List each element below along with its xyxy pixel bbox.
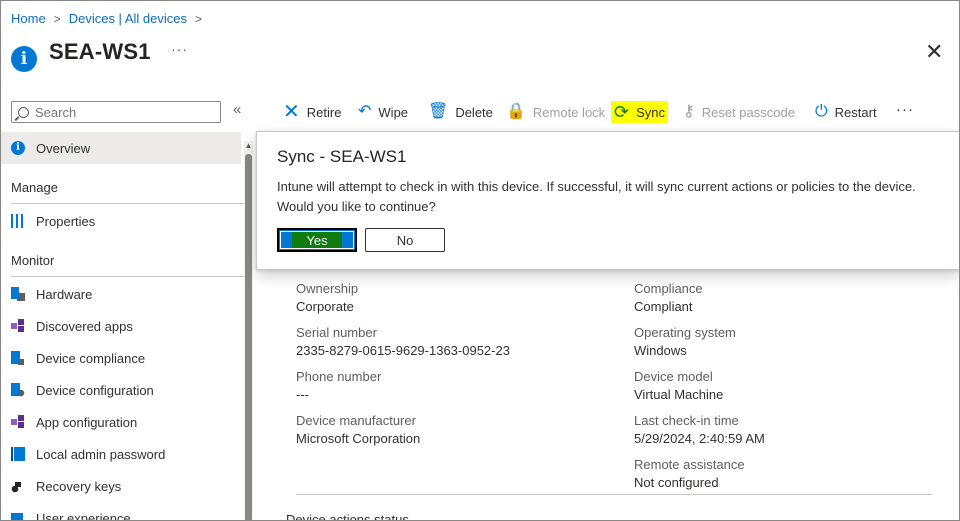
chevron-right-icon: >: [53, 11, 61, 26]
sidebar-item-label: User experience: [36, 510, 131, 521]
more-options-icon[interactable]: ···: [171, 41, 188, 57]
last-checkin-value: 5/29/2024, 2:40:59 AM: [634, 431, 765, 446]
restart-button[interactable]: ⏻ Restart: [815, 101, 877, 123]
device-model-label: Device model: [634, 369, 713, 384]
more-actions-icon[interactable]: ···: [896, 101, 914, 118]
search-box[interactable]: [11, 101, 221, 123]
sidebar-item-label: Overview: [36, 140, 91, 156]
undo-icon: ↶: [358, 103, 372, 120]
manufacturer-label: Device manufacturer: [296, 413, 416, 428]
sidebar-item-device-configuration[interactable]: Device configuration: [1, 374, 241, 406]
wipe-label: Wipe: [378, 104, 409, 120]
ownership-label: Ownership: [296, 281, 359, 296]
sidebar-item-label: Local admin password: [36, 446, 166, 462]
divider: [296, 494, 932, 495]
dialog-title: Sync - SEA-WS1: [277, 147, 407, 166]
breadcrumb-all-devices-link[interactable]: Devices | All devices: [69, 11, 187, 26]
restart-label: Restart: [834, 104, 877, 120]
password-icon: [11, 447, 25, 461]
sync-button[interactable]: ⟳ Sync: [611, 101, 668, 123]
sidebar-item-label: Device configuration: [36, 382, 154, 398]
sidebar-item-overview[interactable]: i Overview: [1, 132, 241, 164]
ownership-value: Corporate: [296, 299, 354, 314]
divider: [11, 203, 249, 204]
sync-confirmation-dialog: Sync - SEA-WS1 Intune will attempt to ch…: [256, 131, 959, 270]
no-button[interactable]: No: [365, 228, 445, 252]
hardware-icon: [11, 287, 25, 301]
info-icon: i: [11, 46, 37, 72]
sidebar-item-recovery-keys[interactable]: Recovery keys: [1, 470, 241, 502]
wipe-button[interactable]: ↶ Wipe: [358, 101, 408, 123]
sidebar-item-app-configuration[interactable]: App configuration: [1, 406, 241, 438]
device-actions-status-heading: Device actions status: [286, 512, 409, 521]
close-icon: ✕: [283, 101, 300, 123]
compliance-label: Compliance: [634, 281, 703, 296]
user-experience-icon: [11, 511, 25, 520]
device-blade: Home > Devices | All devices > i SEA-WS1…: [0, 0, 960, 521]
sync-icon: ⟳: [614, 102, 630, 122]
trash-icon: 🗑: [428, 103, 449, 120]
yes-label: Yes: [292, 231, 342, 249]
operating-system-label: Operating system: [634, 325, 736, 340]
serial-number-value: 2335-8279-0615-9629-1363-0952-23: [296, 343, 510, 358]
sidebar-section-manage: Manage: [11, 180, 58, 195]
breadcrumb: Home > Devices | All devices >: [11, 11, 210, 26]
sidebar-item-local-admin-password[interactable]: Local admin password: [1, 438, 241, 470]
lock-icon: 🔒: [506, 103, 526, 120]
reset-passcode-button[interactable]: ⚷ Reset passcode: [683, 101, 795, 123]
serial-number-label: Serial number: [296, 325, 377, 340]
page-title: SEA-WS1: [49, 39, 151, 64]
close-icon[interactable]: ✕: [925, 41, 943, 63]
compliance-icon: [11, 351, 25, 365]
retire-label: Retire: [306, 104, 342, 120]
sidebar-section-monitor: Monitor: [11, 253, 55, 268]
sidebar-item-label: Discovered apps: [36, 318, 133, 334]
compliance-value: Compliant: [634, 299, 693, 314]
apps-icon: [11, 319, 25, 333]
phone-number-label: Phone number: [296, 369, 382, 384]
power-icon: ⏻: [815, 103, 828, 120]
info-icon: i: [11, 141, 25, 155]
sync-label: Sync: [636, 104, 665, 120]
sidebar-item-properties[interactable]: Properties: [1, 205, 241, 237]
scrollbar-thumb[interactable]: [245, 154, 252, 520]
sidebar-item-discovered-apps[interactable]: Discovered apps: [1, 310, 241, 342]
sidebar-item-label: Recovery keys: [36, 478, 122, 494]
yes-button[interactable]: Yes: [277, 228, 357, 252]
remote-lock-label: Remote lock: [532, 104, 606, 120]
configuration-icon: [11, 383, 25, 397]
chevron-right-icon: >: [194, 11, 202, 26]
sidebar-item-hardware[interactable]: Hardware: [1, 278, 241, 310]
remote-lock-button[interactable]: 🔒 Remote lock: [506, 101, 605, 123]
sidebar-item-user-experience[interactable]: User experience: [1, 502, 241, 521]
phone-number-value: ---: [296, 387, 309, 402]
operating-system-value: Windows: [634, 343, 687, 358]
manufacturer-value: Microsoft Corporation: [296, 431, 421, 446]
delete-label: Delete: [455, 104, 493, 120]
sidebar-item-label: Hardware: [36, 286, 93, 302]
sidebar-item-label: Device compliance: [36, 350, 146, 366]
dialog-message: Intune will attempt to check in with thi…: [277, 179, 916, 214]
divider: [11, 276, 249, 277]
sidebar-item-label: Properties: [36, 213, 96, 229]
key-icon: ⚷: [683, 103, 695, 120]
remote-assistance-label: Remote assistance: [634, 457, 745, 472]
remote-assistance-value: Not configured: [634, 475, 719, 490]
sidebar-item-label: App configuration: [36, 414, 138, 430]
search-input[interactable]: [35, 104, 205, 120]
properties-icon: [11, 214, 25, 228]
sidebar-item-device-compliance[interactable]: Device compliance: [1, 342, 241, 374]
apps-icon: [11, 415, 25, 429]
breadcrumb-home-link[interactable]: Home: [11, 11, 46, 26]
scroll-up-icon[interactable]: ▲: [244, 141, 253, 150]
reset-passcode-label: Reset passcode: [701, 104, 795, 120]
last-checkin-label: Last check-in time: [634, 413, 739, 428]
retire-button[interactable]: ✕ Retire: [283, 101, 341, 123]
search-icon: [18, 106, 29, 118]
delete-button[interactable]: 🗑 Delete: [428, 101, 493, 123]
collapse-sidebar-icon[interactable]: «: [233, 101, 241, 118]
device-model-value: Virtual Machine: [634, 387, 724, 402]
key-icon: [11, 479, 25, 493]
